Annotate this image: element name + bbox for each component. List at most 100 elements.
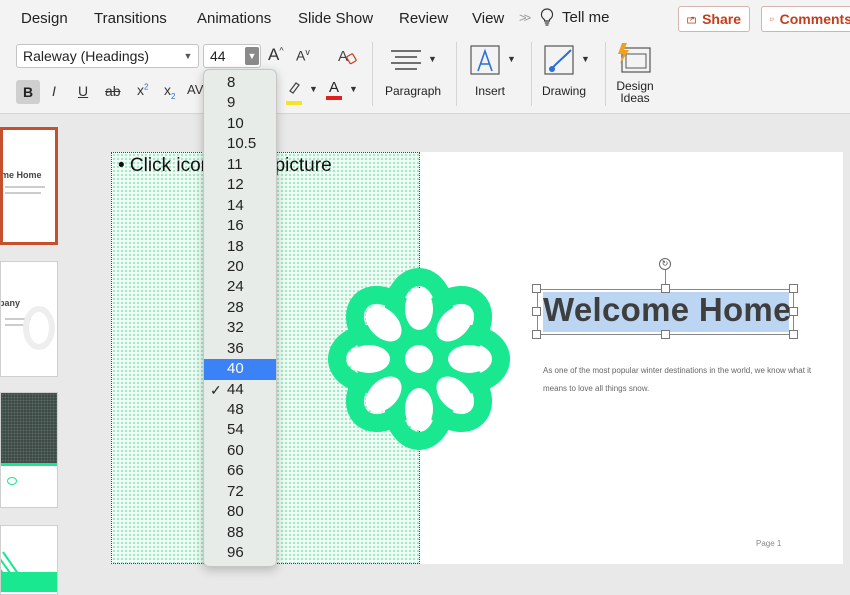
- double-chevron-right-icon[interactable]: >>: [519, 10, 531, 25]
- comments-button[interactable]: Comments: [761, 6, 850, 32]
- slide-thumbnail-pane: me Home pany: [0, 115, 80, 595]
- font-size-option[interactable]: 28: [204, 298, 276, 318]
- thumbnail-title: pany: [0, 298, 21, 308]
- insert-button[interactable]: ▼ Insert: [468, 40, 520, 102]
- font-size-option[interactable]: 54: [204, 420, 276, 440]
- font-size-option[interactable]: 48: [204, 400, 276, 420]
- italic-button[interactable]: I: [52, 83, 56, 99]
- font-size-option-label: 72: [227, 482, 244, 500]
- share-label: Share: [702, 11, 741, 27]
- resize-handle[interactable]: [789, 284, 798, 293]
- font-size-option[interactable]: 20: [204, 257, 276, 277]
- font-size-option[interactable]: 14: [204, 196, 276, 216]
- paragraph-button[interactable]: ▼ Paragraph: [385, 40, 441, 102]
- highlight-color-button[interactable]: [286, 80, 302, 105]
- font-size-option-label: 11: [227, 155, 243, 173]
- font-size-option[interactable]: 8: [204, 73, 276, 93]
- font-size-option[interactable]: 10: [204, 114, 276, 134]
- drawing-button[interactable]: ▼ Drawing: [542, 40, 598, 102]
- thumbnail-text-line: [5, 192, 41, 194]
- slide-thumbnail[interactable]: [0, 525, 58, 595]
- font-size-option[interactable]: 96: [204, 543, 276, 563]
- resize-handle[interactable]: [532, 330, 541, 339]
- chevron-down-icon: ▼: [428, 54, 437, 64]
- thumbnail-image: [1, 393, 57, 463]
- font-size-option-label: 44: [227, 380, 244, 398]
- font-size-option[interactable]: 12: [204, 175, 276, 195]
- tab-review[interactable]: Review: [399, 10, 448, 27]
- font-size-option-label: 36: [227, 339, 244, 357]
- superscript-button[interactable]: x2: [137, 82, 148, 98]
- font-size-option[interactable]: 24: [204, 277, 276, 297]
- resize-handle[interactable]: [789, 307, 798, 316]
- ribbon-divider: [372, 42, 373, 106]
- design-ideas-button[interactable]: Design Ideas: [613, 40, 657, 110]
- resize-handle[interactable]: [661, 330, 670, 339]
- tab-view[interactable]: View: [472, 10, 504, 27]
- tab-animations[interactable]: Animations: [197, 10, 271, 27]
- resize-handle[interactable]: [532, 307, 541, 316]
- chevron-down-icon[interactable]: ▼: [245, 47, 259, 65]
- slide-thumbnail[interactable]: [0, 392, 58, 508]
- font-size-option[interactable]: 80: [204, 502, 276, 522]
- font-size-option[interactable]: 88: [204, 523, 276, 543]
- font-size-dropdown[interactable]: 44 ▼: [203, 44, 261, 68]
- chevron-down-icon[interactable]: ▼: [309, 84, 318, 94]
- shrink-font-button[interactable]: Av: [296, 47, 310, 64]
- subscript-label: x: [164, 82, 171, 98]
- tab-transitions[interactable]: Transitions: [94, 10, 167, 27]
- lightbulb-icon: [540, 8, 554, 26]
- shapes-brush-icon: [544, 45, 574, 75]
- font-size-option-label: 28: [227, 298, 244, 316]
- resize-handle[interactable]: [532, 284, 541, 293]
- page-number: Page 1: [756, 539, 782, 548]
- font-size-option[interactable]: 10.5: [204, 134, 276, 154]
- paragraph-label: Paragraph: [385, 84, 442, 98]
- bold-button[interactable]: B: [16, 80, 40, 104]
- font-color-icon: A: [328, 79, 339, 96]
- slide-thumbnail[interactable]: pany: [0, 261, 58, 377]
- font-size-option[interactable]: 18: [204, 237, 276, 257]
- character-spacing-button[interactable]: AV: [187, 82, 203, 97]
- font-size-option[interactable]: 11: [204, 155, 276, 175]
- design-ideas-icon: [618, 43, 651, 73]
- font-size-option-label: 96: [227, 544, 244, 562]
- resize-handle[interactable]: [661, 284, 670, 293]
- thumbnail-accent-bar: [1, 463, 57, 466]
- font-size-option[interactable]: 9: [204, 93, 276, 113]
- font-size-option-label: 48: [227, 401, 244, 418]
- font-name-dropdown[interactable]: Raleway (Headings) ▼: [16, 44, 199, 68]
- font-size-option[interactable]: 40: [204, 359, 276, 380]
- font-size-option[interactable]: 36: [204, 339, 276, 359]
- share-button[interactable]: Share: [678, 6, 750, 32]
- paragraph-align-icon: [391, 50, 421, 70]
- tab-slide-show[interactable]: Slide Show: [298, 10, 373, 27]
- thumbnail-title: me Home: [1, 170, 42, 180]
- slide-thumbnail[interactable]: me Home: [0, 127, 58, 245]
- underline-button[interactable]: U: [78, 83, 88, 99]
- chevron-down-icon[interactable]: ▼: [349, 84, 358, 94]
- strikethrough-button[interactable]: ab: [105, 83, 121, 99]
- font-size-menu: 8 9 10 10.5 11 12 14 16 18 20 24 28 32 36 40 ✓ 44 48 54 60 6…: [203, 69, 277, 567]
- slide-description[interactable]: As one of the most popular winter destin…: [543, 362, 813, 398]
- tell-me-search[interactable]: Tell me: [540, 8, 610, 26]
- font-size-option[interactable]: 66: [204, 461, 276, 481]
- grow-font-label: A: [268, 45, 280, 64]
- font-size-option[interactable]: 60: [204, 441, 276, 461]
- clear-formatting-icon[interactable]: A: [337, 46, 357, 66]
- rotate-handle-icon[interactable]: ↻: [659, 258, 671, 270]
- font-size-option[interactable]: 16: [204, 216, 276, 236]
- font-color-button[interactable]: A: [326, 80, 342, 102]
- tab-design[interactable]: Design: [21, 10, 68, 27]
- font-size-option[interactable]: 32: [204, 318, 276, 338]
- resize-handle[interactable]: [789, 330, 798, 339]
- grow-font-button[interactable]: A^: [268, 45, 284, 65]
- slide-title[interactable]: Welcome Home: [543, 291, 792, 329]
- subscript-button[interactable]: x2: [164, 82, 175, 101]
- font-size-option[interactable]: 72: [204, 482, 276, 502]
- font-size-option-label: 88: [227, 523, 244, 541]
- thumbnail-text-line: [5, 186, 45, 188]
- ribbon-tab-bar: Design Transitions Animations Slide Show…: [0, 0, 850, 36]
- flower-graphic: [328, 268, 510, 450]
- font-size-option[interactable]: ✓ 44: [204, 380, 276, 400]
